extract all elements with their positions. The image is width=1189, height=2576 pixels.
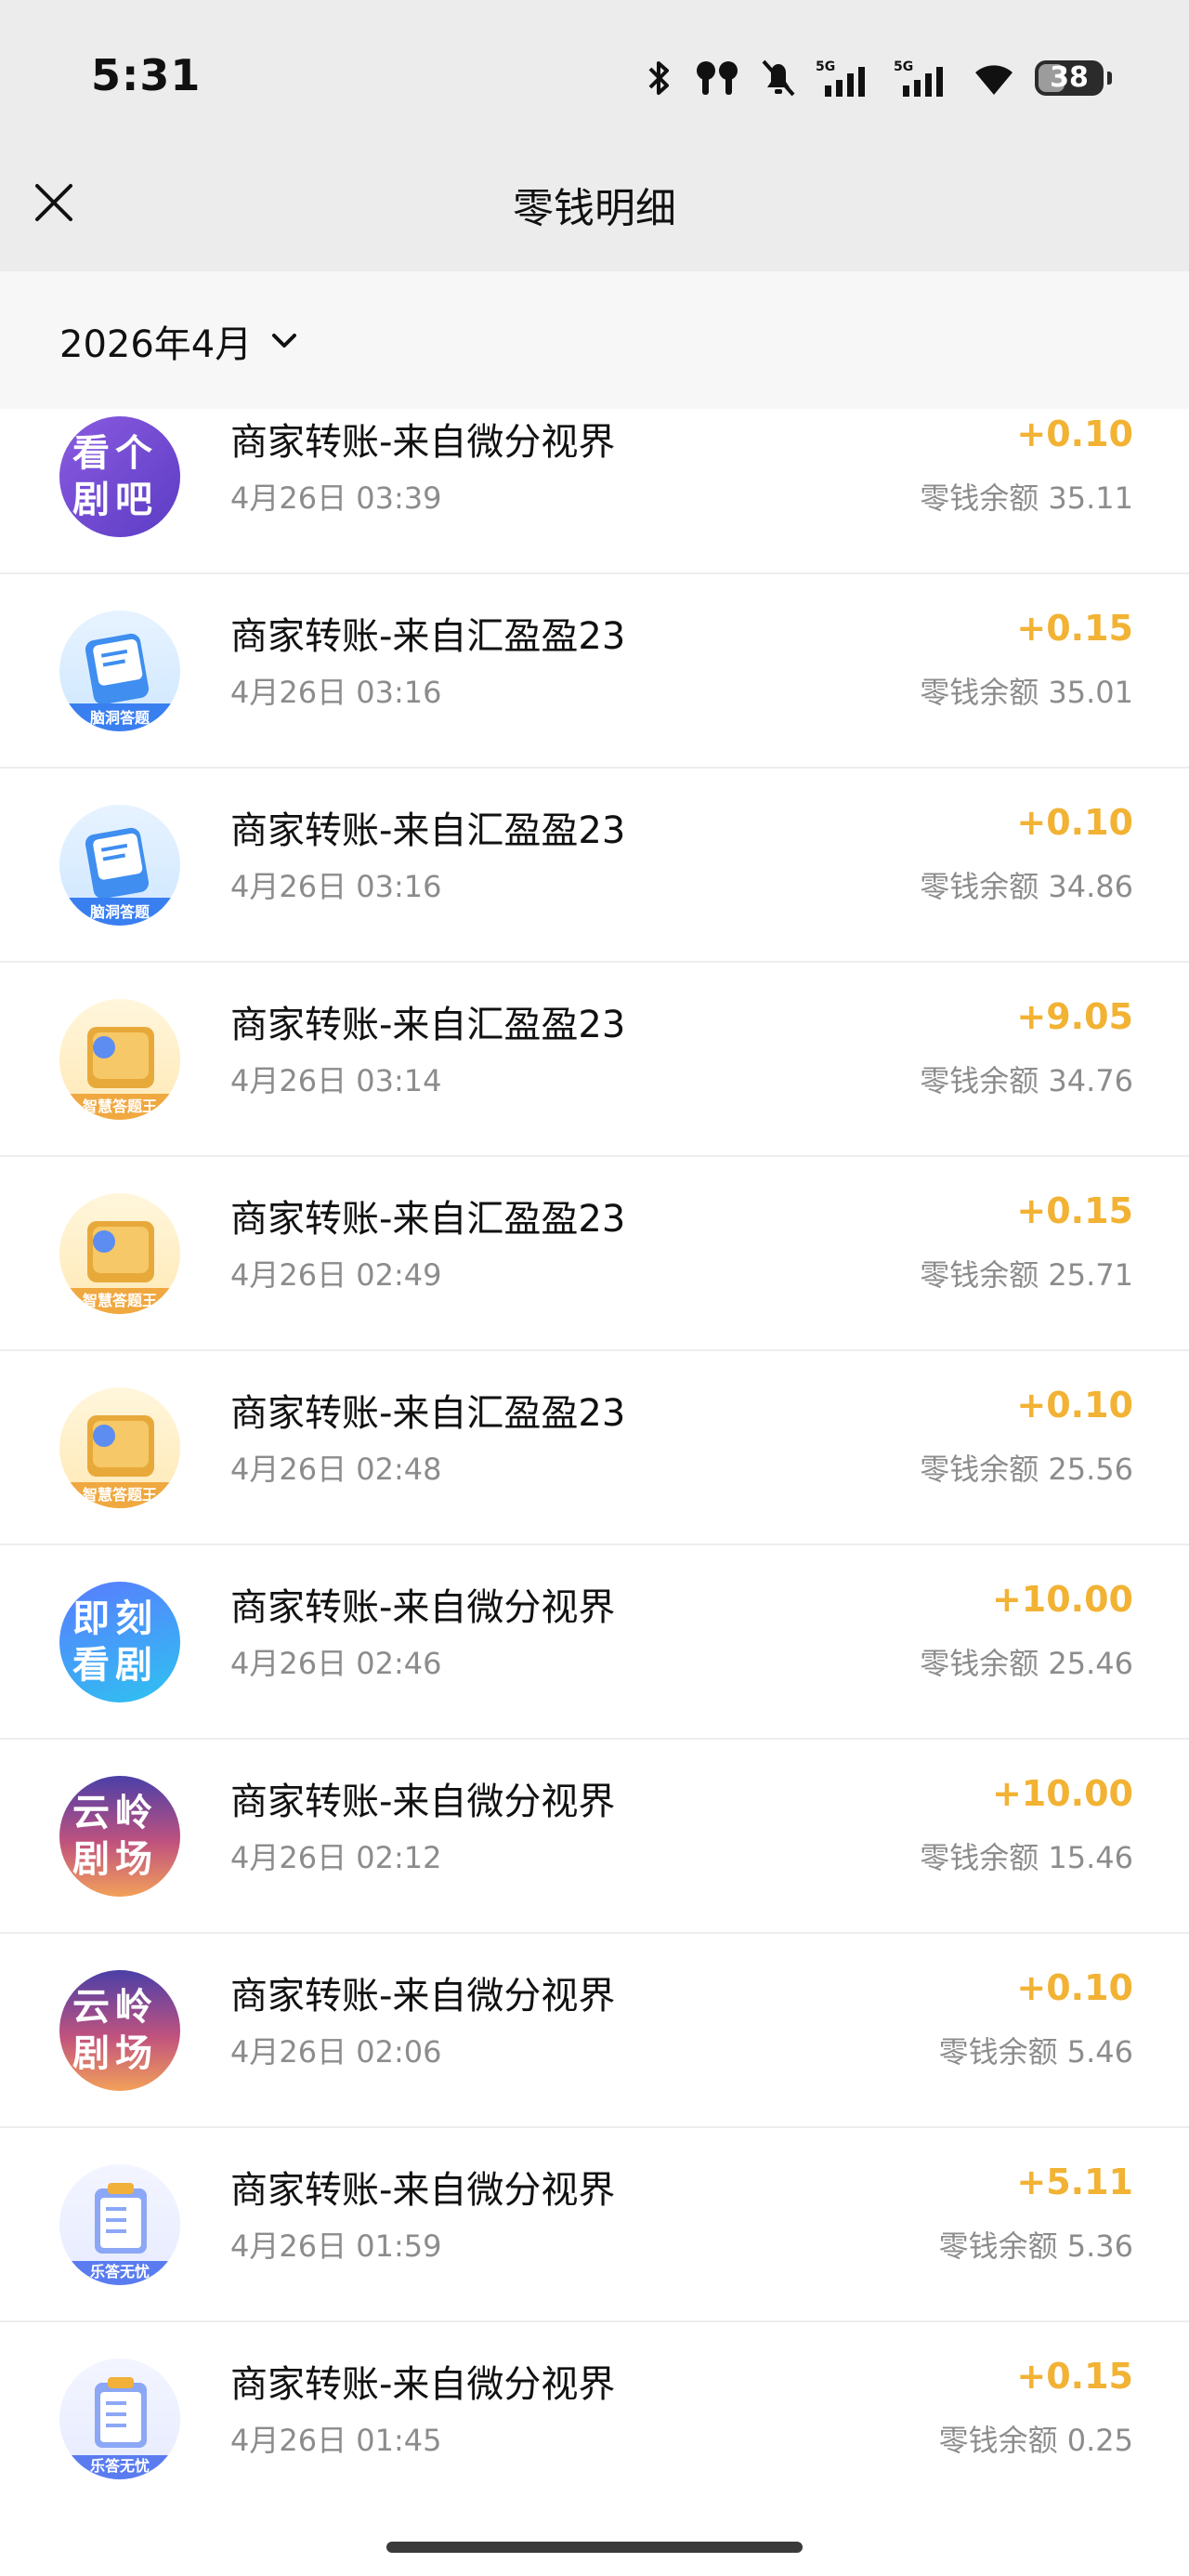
avatar-text: 即刻看剧 [72,1597,158,1687]
list-item[interactable]: 智慧答题王 商家转账-来自汇盈盈23 4月26日 02:48 +0.10 零钱余额 25… [0,1351,1189,1545]
list-item[interactable]: 乐答无忧 商家转账-来自微分视界 4月26日 01:45 +0.15 零钱余额 0.25 [0,2322,1189,2500]
balance-after: 零钱余额 0.25 [938,2423,1133,2458]
transaction-datetime: 4月26日 03:16 [230,869,442,904]
bell-muted-icon [762,59,795,97]
transaction-amount: +0.15 [1016,2356,1133,2397]
signal-5g-icon: 5G [894,59,943,97]
transaction-amount: +0.15 [1016,608,1133,649]
merchant-title: 商家转账-来自汇盈盈23 [230,615,626,658]
avatar-caption: 智慧答题王 [82,1292,157,1309]
earbuds-icon [697,61,738,95]
balance-after: 零钱余额 15.46 [920,1840,1133,1875]
bluetooth-icon [648,61,669,95]
month-filter-bar: 2026年4月 [0,271,1189,409]
transaction-amount: +0.10 [1016,414,1133,454]
balance-after: 零钱余额 34.76 [920,1063,1133,1098]
merchant-title: 商家转账-来自汇盈盈23 [230,809,626,852]
transaction-amount: +0.10 [1016,1967,1133,2008]
merchant-title: 商家转账-来自微分视界 [230,1975,616,2017]
balance-after: 零钱余额 35.11 [920,480,1133,516]
transaction-datetime: 4月26日 03:16 [230,675,442,710]
transaction-amount: +0.15 [1016,1190,1133,1231]
merchant-avatar: 即刻看剧 [59,1582,180,1702]
battery-icon: 38 [1035,60,1112,96]
merchant-avatar: 乐答无忧 [59,2359,180,2479]
transaction-datetime: 4月26日 02:48 [230,1452,442,1487]
balance-after: 零钱余额 34.86 [920,869,1133,904]
balance-after: 零钱余额 5.46 [938,2034,1133,2070]
transaction-datetime: 4月26日 03:39 [230,480,442,516]
svg-text:5G: 5G [894,59,913,74]
merchant-avatar: 智慧答题王 [59,1193,180,1314]
transaction-datetime: 4月26日 02:46 [230,1646,442,1681]
transaction-amount: +9.05 [1016,996,1133,1037]
merchant-avatar: 脑洞答题 [59,805,180,926]
top-header: 5:31 5G 5G 38 零钱明细 [0,0,1189,271]
signal-5g-icon: 5G [816,59,865,97]
merchant-avatar: 云岭剧场 [59,1776,180,1897]
list-item[interactable]: 云岭剧场 商家转账-来自微分视界 4月26日 02:12 +10.00 零钱余额 15.… [0,1740,1189,1934]
transaction-datetime: 4月26日 02:12 [230,1840,442,1875]
merchant-title: 商家转账-来自微分视界 [230,2169,616,2212]
merchant-avatar: 云岭剧场 [59,1970,180,2091]
transaction-amount: +10.00 [991,1579,1133,1620]
balance-after: 零钱余额 25.46 [920,1646,1133,1681]
transaction-amount: +0.10 [1016,1385,1133,1426]
transaction-datetime: 4月26日 02:06 [230,2034,442,2070]
merchant-title: 商家转账-来自微分视界 [230,1781,616,1823]
svg-text:5G: 5G [816,59,835,74]
transaction-datetime: 4月26日 01:59 [230,2228,442,2264]
merchant-avatar: 看个剧吧 [59,416,180,537]
list-item[interactable]: 智慧答题王 商家转账-来自汇盈盈23 4月26日 03:14 +9.05 零钱余额 34… [0,963,1189,1157]
transaction-amount: +10.00 [991,1773,1133,1814]
status-time: 5:31 [91,50,202,100]
transaction-amount: +0.10 [1016,802,1133,843]
home-indicator[interactable] [386,2542,803,2553]
avatar-text: 云岭剧场 [72,1986,158,2075]
status-icons: 5G 5G 38 [643,58,1112,99]
balance-after: 零钱余额 25.71 [920,1257,1133,1293]
list-item[interactable]: 看个剧吧 商家转账-来自微分视界 4月26日 03:39 +0.10 零钱余额 35.1… [0,409,1189,574]
balance-after: 零钱余额 25.56 [920,1452,1133,1487]
page-title: 零钱明细 [513,185,676,232]
list-item[interactable]: 智慧答题王 商家转账-来自汇盈盈23 4月26日 02:49 +0.15 零钱余额 25… [0,1157,1189,1351]
avatar-text: 看个剧吧 [72,432,158,521]
transaction-amount: +5.11 [1016,2162,1133,2202]
battery-level: 38 [1050,61,1089,94]
merchant-title: 商家转账-来自微分视界 [230,2363,616,2406]
list-item[interactable]: 脑洞答题 商家转账-来自汇盈盈23 4月26日 03:16 +0.10 零钱余额 34.… [0,769,1189,963]
merchant-avatar: 乐答无忧 [59,2164,180,2285]
avatar-caption: 智慧答题王 [82,1097,157,1115]
merchant-title: 商家转账-来自微分视界 [230,1586,616,1629]
wifi-icon [975,65,1013,95]
avatar-caption: 智慧答题王 [82,1486,157,1504]
list-item[interactable]: 即刻看剧 商家转账-来自微分视界 4月26日 02:46 +10.00 零钱余额 25.… [0,1545,1189,1740]
avatar-caption: 脑洞答题 [89,709,150,727]
avatar-caption: 脑洞答题 [89,903,150,921]
status-bar: 5:31 5G 5G 38 [0,0,1189,158]
balance-after: 零钱余额 35.01 [920,675,1133,710]
list-item[interactable]: 乐答无忧 商家转账-来自微分视界 4月26日 01:59 +5.11 零钱余额 5.36 [0,2128,1189,2322]
merchant-avatar: 智慧答题王 [59,999,180,1120]
chevron-down-icon [272,334,297,348]
merchant-avatar: 智慧答题王 [59,1387,180,1508]
merchant-title: 商家转账-来自汇盈盈23 [230,1392,626,1435]
merchant-avatar: 脑洞答题 [59,611,180,731]
transaction-datetime: 4月26日 03:14 [230,1063,442,1098]
avatar-text: 云岭剧场 [72,1792,158,1881]
transaction-datetime: 4月26日 02:49 [230,1257,442,1293]
list-item[interactable]: 云岭剧场 商家转账-来自微分视界 4月26日 02:06 +0.10 零钱余额 5.46 [0,1934,1189,2128]
avatar-caption: 乐答无忧 [89,2263,150,2280]
transaction-datetime: 4月26日 01:45 [230,2423,442,2458]
list-item[interactable]: 脑洞答题 商家转账-来自汇盈盈23 4月26日 03:16 +0.15 零钱余额 35.… [0,574,1189,769]
month-label: 2026年4月 [59,323,253,366]
merchant-title: 商家转账-来自微分视界 [230,421,616,464]
month-selector[interactable]: 2026年4月 [59,314,300,368]
avatar-caption: 乐答无忧 [89,2457,150,2475]
balance-after: 零钱余额 5.36 [938,2228,1133,2264]
transaction-list[interactable]: 看个剧吧 商家转账-来自微分视界 4月26日 03:39 +0.10 零钱余额 35.1… [0,409,1189,2500]
merchant-title: 商家转账-来自汇盈盈23 [230,1198,626,1241]
merchant-title: 商家转账-来自汇盈盈23 [230,1004,626,1046]
